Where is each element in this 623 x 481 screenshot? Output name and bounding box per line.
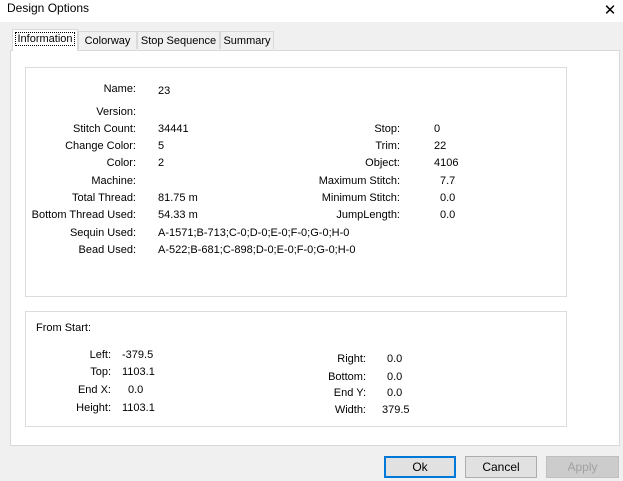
from-start-heading: From Start: — [36, 322, 92, 334]
left-value: -379.5 — [122, 349, 154, 361]
sequin-used-label: Sequin Used: — [69, 227, 136, 239]
bottom-value: 0.0 — [387, 371, 403, 383]
tab-stop-sequence[interactable]: Stop Sequence — [137, 31, 220, 49]
trim-value: 22 — [434, 140, 447, 152]
bottom-label: Bottom: — [328, 371, 366, 383]
trim-label: Trim: — [375, 140, 400, 152]
name-label: Name: — [103, 83, 136, 95]
max-stitch-label: Maximum Stitch: — [318, 175, 400, 187]
tab-summary-label: Summary — [223, 35, 271, 47]
change-color-value: 5 — [158, 140, 165, 152]
bottom-thread-label: Bottom Thread Used: — [31, 209, 136, 221]
end-y-label: End Y: — [333, 387, 366, 399]
ok-button[interactable]: Ok — [384, 456, 456, 478]
min-stitch-label: Minimum Stitch: — [321, 192, 400, 204]
end-y-value: 0.0 — [387, 387, 403, 399]
min-stitch-value: 0.0 — [440, 192, 456, 204]
left-label: Left: — [89, 349, 111, 361]
stitch-count-label: Stitch Count: — [73, 123, 136, 135]
top-label: Top: — [90, 366, 111, 378]
tab-stop-sequence-label: Stop Sequence — [140, 35, 217, 47]
width-label: Width: — [334, 404, 366, 416]
tab-colorway-label: Colorway — [84, 35, 131, 47]
end-x-label: End X: — [77, 384, 111, 396]
object-value: 4106 — [434, 157, 459, 169]
sequin-used-value: A-1571;B-713;C-0;D-0;E-0;F-0;G-0;H-0 — [158, 227, 350, 239]
max-stitch-value: 7.7 — [440, 175, 456, 187]
top-value: 1103.1 — [122, 366, 155, 378]
bead-used-label: Bead Used: — [78, 244, 136, 256]
window-title: Design Options — [7, 1, 90, 15]
tab-summary[interactable]: Summary — [220, 31, 274, 49]
stop-label: Stop: — [374, 123, 400, 135]
object-label: Object: — [365, 157, 400, 169]
name-value: 23 — [158, 85, 171, 97]
color-label: Color: — [106, 157, 136, 169]
bottom-thread-value: 54.33 m — [158, 209, 198, 221]
tab-colorway[interactable]: Colorway — [78, 31, 137, 49]
jump-length-value: 0.0 — [440, 209, 456, 221]
right-value: 0.0 — [387, 353, 403, 365]
machine-label: Machine: — [91, 175, 136, 187]
close-icon[interactable]: ✕ — [597, 0, 623, 20]
jump-length-label: JumpLength: — [336, 209, 400, 221]
tab-information-label: Information — [15, 32, 75, 46]
total-thread-value: 81.75 m — [158, 192, 198, 204]
width-value: 379.5 — [382, 404, 410, 416]
bead-used-value: A-522;B-681;C-898;D-0;E-0;F-0;G-0;H-0 — [158, 244, 356, 256]
height-label: Height: — [76, 402, 111, 414]
cancel-button[interactable]: Cancel — [465, 456, 537, 478]
height-value: 1103.1 — [122, 402, 155, 414]
end-x-value: 0.0 — [128, 384, 144, 396]
stitch-count-value: 34441 — [158, 123, 189, 135]
stop-value: 0 — [434, 123, 441, 135]
version-label: Version: — [96, 106, 136, 118]
apply-button[interactable]: Apply — [546, 456, 619, 478]
title-bar: Design Options ✕ — [0, 0, 623, 22]
right-label: Right: — [337, 353, 366, 365]
total-thread-label: Total Thread: — [71, 192, 136, 204]
color-value: 2 — [158, 157, 165, 169]
tab-information[interactable]: Information — [12, 29, 78, 51]
change-color-label: Change Color: — [65, 140, 136, 152]
